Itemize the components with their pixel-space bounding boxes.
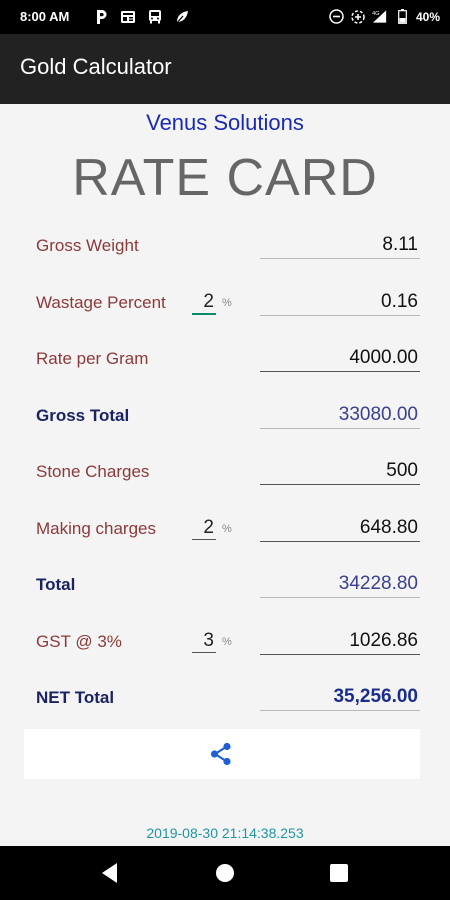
gross-total-row: Gross Total 33080.00 bbox=[0, 384, 450, 440]
stone-row: Stone Charges 500 bbox=[0, 440, 450, 496]
status-bar: 8:00 AM 4G 40% bbox=[0, 0, 450, 34]
stone-label: Stone Charges bbox=[36, 462, 150, 481]
app-bar: Gold Calculator bbox=[0, 34, 450, 104]
making-amount-field: 648.80 bbox=[260, 511, 420, 542]
stone-input[interactable]: 500 bbox=[260, 454, 420, 485]
gst-amount-field: 1026.86 bbox=[260, 624, 420, 655]
paytm-icon bbox=[92, 8, 109, 25]
page-heading: RATE CARD bbox=[72, 149, 378, 207]
share-button[interactable] bbox=[24, 729, 420, 779]
home-icon[interactable] bbox=[214, 862, 236, 889]
net-total-field: 35,256.00 bbox=[260, 680, 420, 711]
gross-total-label: Gross Total bbox=[36, 406, 130, 425]
making-row: Making charges 2 % 648.80 bbox=[0, 497, 450, 553]
rate-value: 4000.00 bbox=[349, 347, 418, 368]
total-row: Total 34228.80 bbox=[0, 553, 450, 609]
signal-icon: 4G bbox=[372, 8, 389, 25]
dnd-icon bbox=[328, 8, 345, 25]
gross-weight-label: Gross Weight bbox=[36, 236, 139, 255]
timestamp: 2019-08-30 21:14:38.253 bbox=[146, 825, 304, 841]
gst-percent-value: 3 bbox=[203, 630, 214, 651]
navigation-bar bbox=[0, 846, 450, 900]
status-time: 8:00 AM bbox=[20, 9, 70, 24]
rate-label: Rate per Gram bbox=[36, 349, 149, 368]
gst-amount-value: 1026.86 bbox=[349, 630, 418, 651]
making-percent-sign: % bbox=[222, 523, 232, 535]
rate-row: Rate per Gram 4000.00 bbox=[0, 327, 450, 383]
gross-total-value: 33080.00 bbox=[338, 404, 418, 425]
bus-icon bbox=[146, 8, 163, 25]
battery-icon bbox=[394, 8, 411, 25]
making-label: Making charges bbox=[36, 519, 157, 538]
net-total-value: 35,256.00 bbox=[333, 686, 418, 707]
data-saver-icon bbox=[350, 8, 367, 25]
news-icon bbox=[119, 8, 136, 25]
net-total-row: NET Total 35,256.00 bbox=[0, 666, 450, 722]
net-total-label: NET Total bbox=[36, 688, 115, 707]
wastage-amount-value: 0.16 bbox=[381, 291, 418, 312]
svg-text:4G: 4G bbox=[372, 11, 380, 17]
rate-input[interactable]: 4000.00 bbox=[260, 341, 420, 372]
stone-value: 500 bbox=[386, 460, 418, 481]
total-value: 34228.80 bbox=[338, 573, 418, 594]
gross-weight-row: Gross Weight 8.11 bbox=[0, 214, 450, 270]
gst-row: GST @ 3% 3 % 1026.86 bbox=[0, 610, 450, 666]
making-amount-value: 648.80 bbox=[359, 517, 418, 538]
wastage-percent-value: 2 bbox=[203, 291, 214, 312]
total-label: Total bbox=[36, 575, 76, 594]
wastage-percent-sign: % bbox=[222, 297, 232, 309]
gross-total-field: 33080.00 bbox=[260, 398, 420, 429]
share-icon bbox=[208, 741, 234, 772]
rate-card: Venus Solutions RATE CARD Gross Weight 8… bbox=[0, 104, 450, 846]
making-percent-input[interactable]: 2 bbox=[192, 511, 216, 540]
gross-weight-input[interactable]: 8.11 bbox=[260, 228, 420, 259]
wastage-label: Wastage Percent bbox=[36, 293, 166, 312]
app-title: Gold Calculator bbox=[20, 54, 172, 79]
plant-icon bbox=[173, 8, 190, 25]
total-field: 34228.80 bbox=[260, 567, 420, 598]
wastage-row: Wastage Percent 2 % 0.16 bbox=[0, 271, 450, 327]
wastage-percent-input[interactable]: 2 bbox=[192, 285, 216, 315]
brand-name: Venus Solutions bbox=[146, 110, 304, 135]
system-icons: 4G 40% bbox=[328, 8, 440, 25]
gst-label: GST @ 3% bbox=[36, 632, 122, 651]
recents-icon[interactable] bbox=[328, 862, 350, 889]
back-icon[interactable] bbox=[100, 862, 120, 889]
battery-percent: 40% bbox=[415, 9, 440, 24]
gst-percent-input[interactable]: 3 bbox=[192, 624, 216, 653]
gst-percent-sign: % bbox=[222, 636, 232, 648]
making-percent-value: 2 bbox=[203, 517, 214, 538]
gross-weight-value: 8.11 bbox=[382, 234, 418, 255]
wastage-amount-field: 0.16 bbox=[260, 285, 420, 316]
notification-icons bbox=[92, 8, 190, 25]
